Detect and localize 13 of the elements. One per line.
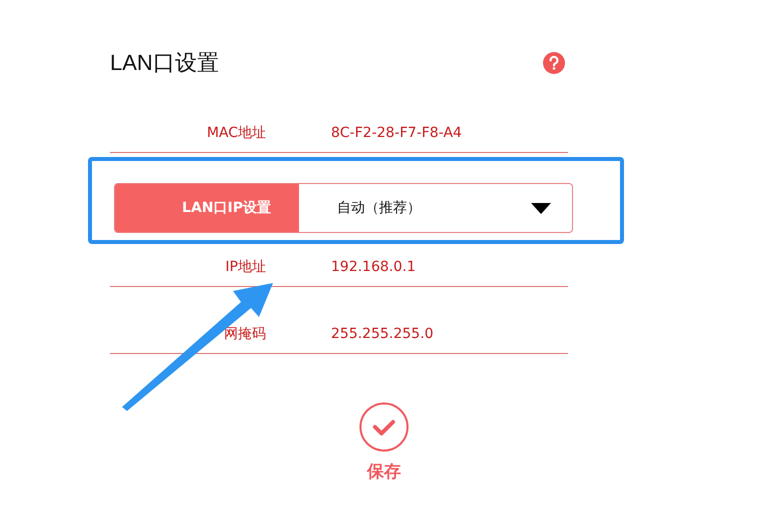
dropdown-field[interactable]: LAN口IP设置 自动（推荐） (114, 183, 573, 233)
field-value: 8C-F2-28-F7-F8-A4 (331, 125, 462, 141)
field-value: 192.168.0.1 (331, 259, 416, 275)
field-value: 255.255.255.0 (331, 326, 434, 342)
dropdown-label: LAN口IP设置 (115, 184, 299, 232)
field-label: MAC地址 (206, 124, 266, 142)
field-label: IP地址 (224, 258, 266, 276)
check-circle-icon[interactable] (359, 402, 409, 452)
field-label: 网掩码 (223, 325, 266, 343)
help-icon[interactable] (543, 52, 565, 74)
dropdown-value: 自动（推荐） (337, 199, 422, 217)
caret-icon (531, 202, 551, 214)
page-title: LAN口设置 (110, 49, 219, 77)
